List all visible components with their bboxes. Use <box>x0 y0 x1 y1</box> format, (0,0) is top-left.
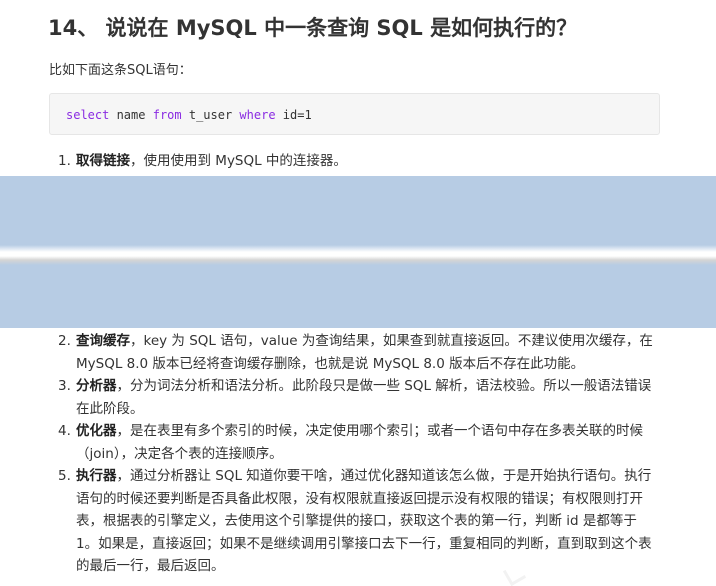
list-item-body: ，key 为 SQL 语句，value 为查询结果，如果查到就直接返回。不建议使… <box>76 333 653 372</box>
list-item-title: 优化器 <box>76 423 117 439</box>
section-heading: 14、 说说在 MySQL 中一条查询 SQL 是如何执行的？ <box>48 16 578 40</box>
code-column: name <box>109 108 153 122</box>
list-text: 执行器，通过分析器让 SQL 知道你要干啥，通过优化器知道该怎么做，于是开始执行… <box>76 465 656 578</box>
steps-list-start: 1. 取得链接，使用使用到 MySQL 中的连接器。 <box>58 150 656 173</box>
list-item: 4. 优化器，是在表里有多个索引的时候，决定使用哪个索引；或者一个语句中存在多表… <box>58 420 656 465</box>
intro-text: 比如下面这条SQL语句： <box>49 63 192 78</box>
list-item-title: 分析器 <box>76 378 117 394</box>
list-item-title: 取得链接 <box>76 153 130 169</box>
list-text: 查询缓存，key 为 SQL 语句，value 为查询结果，如果查到就直接返回。… <box>76 330 656 375</box>
list-item: 2. 查询缓存，key 为 SQL 语句，value 为查询结果，如果查到就直接… <box>58 330 656 375</box>
diagram-divider-band <box>0 245 716 265</box>
list-number: 1. <box>58 153 71 169</box>
list-text: 优化器，是在表里有多个索引的时候，决定使用哪个索引；或者一个语句中存在多表关联的… <box>76 420 656 465</box>
diagram-image <box>0 176 716 328</box>
steps-list: 2. 查询缓存，key 为 SQL 语句，value 为查询结果，如果查到就直接… <box>58 330 656 578</box>
list-text: 取得链接，使用使用到 MySQL 中的连接器。 <box>76 150 656 173</box>
list-item-body: ，是在表里有多个索引的时候，决定使用哪个索引；或者一个语句中存在多表关联的时候（… <box>76 423 643 462</box>
code-keyword-select: select <box>66 108 110 122</box>
list-number: 4. <box>58 423 71 439</box>
list-item-body: ，分为词法分析和语法分析。此阶段只是做一些 SQL 解析，语法校验。所以一般语法… <box>76 378 652 417</box>
list-number: 5. <box>58 468 71 484</box>
list-item: 5. 执行器，通过分析器让 SQL 知道你要干啥，通过优化器知道该怎么做，于是开… <box>58 465 656 578</box>
list-number: 3. <box>58 378 71 394</box>
code-condition: id=1 <box>275 108 312 122</box>
list-item-title: 查询缓存 <box>76 333 130 349</box>
code-keyword-where: where <box>239 108 276 122</box>
code-block: select name from t_user where id=1 <box>49 93 660 135</box>
list-item: 1. 取得链接，使用使用到 MySQL 中的连接器。 <box>58 150 656 173</box>
list-item-title: 执行器 <box>76 468 117 484</box>
article-page: 14、 说说在 MySQL 中一条查询 SQL 是如何执行的？ 比如下面这条SQ… <box>0 0 716 586</box>
code-table: t_user <box>181 108 240 122</box>
code-keyword-from: from <box>152 108 182 122</box>
list-item-body: ，通过分析器让 SQL 知道你要干啥，通过优化器知道该怎么做，于是开始执行语句。… <box>76 468 652 574</box>
list-text: 分析器，分为词法分析和语法分析。此阶段只是做一些 SQL 解析，语法校验。所以一… <box>76 375 656 420</box>
list-item: 3. 分析器，分为词法分析和语法分析。此阶段只是做一些 SQL 解析，语法校验。… <box>58 375 656 420</box>
list-item-body: ，使用使用到 MySQL 中的连接器。 <box>130 153 347 169</box>
list-number: 2. <box>58 333 71 349</box>
